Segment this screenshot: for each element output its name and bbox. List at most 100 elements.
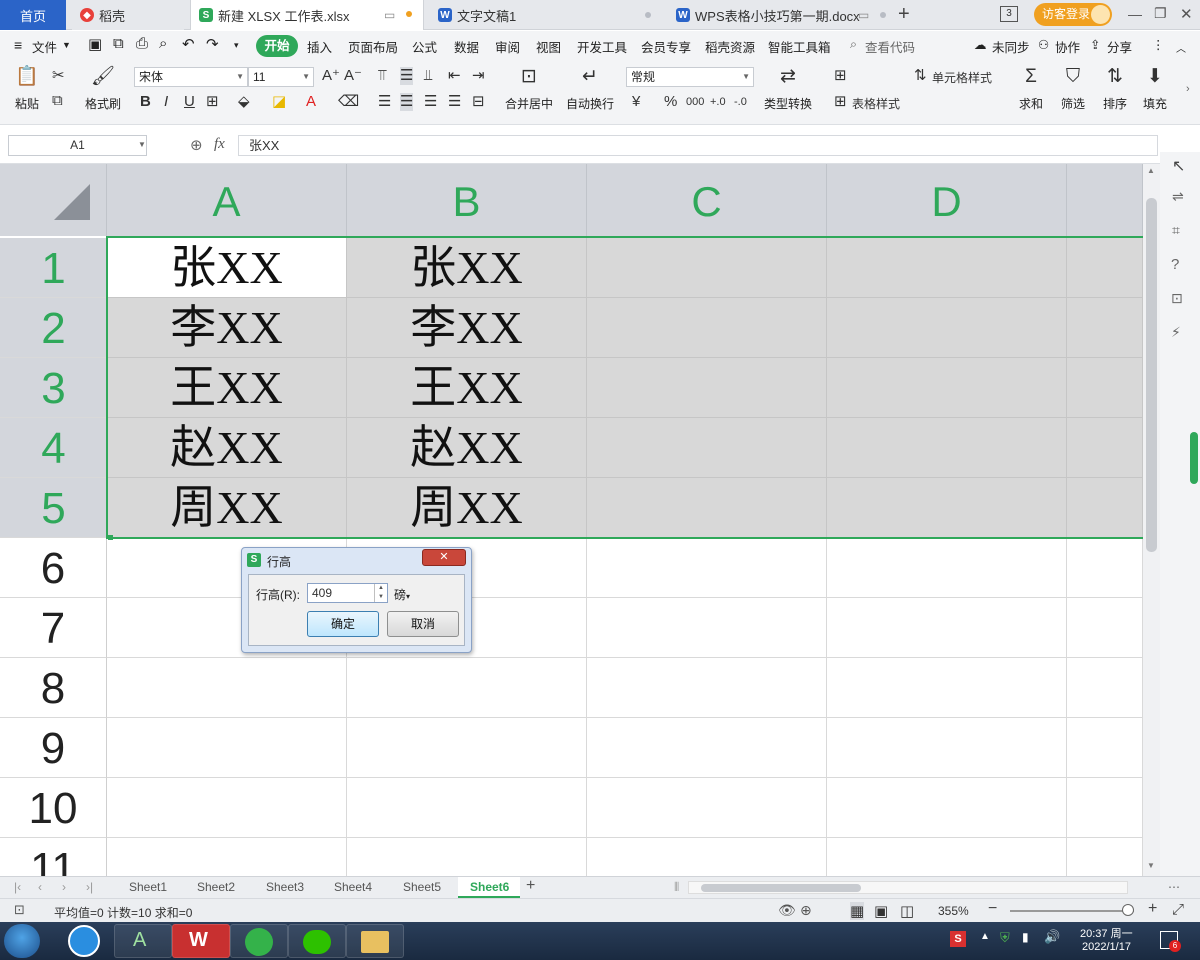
- cell-b11[interactable]: [347, 838, 587, 876]
- cell-a4[interactable]: 赵XX: [107, 418, 347, 478]
- menu-file[interactable]: 文件: [32, 37, 57, 56]
- sum-button[interactable]: Σ 求和: [1016, 65, 1046, 112]
- chevron-down-icon[interactable]: ▼: [62, 40, 71, 50]
- cell-a8[interactable]: [107, 658, 347, 718]
- row-header-6[interactable]: 6: [0, 538, 107, 598]
- cell-e9[interactable]: [1067, 718, 1143, 778]
- collapse-ribbon-icon[interactable]: ︿: [1176, 40, 1186, 55]
- save-icon[interactable]: ▣: [88, 35, 102, 53]
- cell-d10[interactable]: [827, 778, 1067, 838]
- print-icon[interactable]: ⎙: [136, 35, 148, 52]
- tray-expand-icon[interactable]: ▲: [980, 931, 990, 942]
- cell-e5[interactable]: [1067, 478, 1143, 538]
- row-header-8[interactable]: 8: [0, 658, 107, 718]
- increase-font-icon[interactable]: A⁺: [322, 67, 340, 85]
- justify-icon[interactable]: ☰: [448, 93, 461, 111]
- menu-page-layout[interactable]: 页面布局: [348, 37, 398, 56]
- network-icon[interactable]: ▮: [1022, 930, 1029, 944]
- window-count-badge[interactable]: 3: [1000, 6, 1018, 22]
- cell-e7[interactable]: [1067, 598, 1143, 658]
- restore-icon[interactable]: ❐: [1154, 5, 1167, 22]
- eye-protection-icon[interactable]: 👁: [778, 902, 796, 919]
- zoom-formula-icon[interactable]: ⊕: [190, 136, 203, 154]
- cell-c6[interactable]: [587, 538, 827, 598]
- row-header-7[interactable]: 7: [0, 598, 107, 658]
- cell-e11[interactable]: [1067, 838, 1143, 876]
- fill-color-icon[interactable]: ◪: [272, 93, 286, 111]
- cell-d11[interactable]: [827, 838, 1067, 876]
- column-header-e[interactable]: [1067, 164, 1143, 236]
- quick-access-dropdown-icon[interactable]: ▾: [234, 40, 239, 51]
- layout-icon[interactable]: ⊕: [800, 902, 812, 919]
- redo-icon[interactable]: ↷: [206, 35, 219, 53]
- bracket-icon[interactable]: ⌗: [1172, 222, 1180, 239]
- paste-button[interactable]: 📋 粘贴: [10, 65, 44, 112]
- tab-home[interactable]: 首页: [0, 0, 66, 30]
- italic-icon[interactable]: I: [164, 93, 168, 111]
- cell-d6[interactable]: [827, 538, 1067, 598]
- thousands-icon[interactable]: 000: [686, 93, 704, 111]
- number-format-select[interactable]: 常规 ▼: [626, 67, 754, 87]
- sheet-tab-1[interactable]: Sheet1: [129, 880, 167, 894]
- cell-a11[interactable]: [107, 838, 347, 876]
- fill-handle[interactable]: [108, 535, 113, 540]
- cell-a2[interactable]: 李XX: [107, 298, 347, 358]
- name-box-dropdown-icon[interactable]: ▼: [138, 140, 146, 149]
- prev-sheet-icon[interactable]: ‹: [38, 880, 42, 894]
- start-button[interactable]: [4, 924, 40, 958]
- align-right-icon[interactable]: ☰: [424, 93, 437, 111]
- row-header-11[interactable]: 11: [0, 838, 107, 876]
- sort-button[interactable]: ⇅ 排序: [1100, 65, 1130, 112]
- cell-c5[interactable]: [587, 478, 827, 538]
- ribbon-scroll-right-icon[interactable]: ›: [1186, 83, 1190, 95]
- select-all-corner[interactable]: [0, 164, 107, 236]
- align-left-icon[interactable]: ☰: [378, 93, 391, 111]
- cell-a3[interactable]: 王XX: [107, 358, 347, 418]
- taskbar-wechat[interactable]: [288, 924, 346, 958]
- cell-b2[interactable]: 李XX: [347, 298, 587, 358]
- cell-b1[interactable]: 张XX: [347, 238, 587, 298]
- unit-select[interactable]: 磅▾: [394, 586, 410, 603]
- more-sheets-icon[interactable]: ⋯: [1168, 880, 1180, 894]
- decrease-decimal-icon[interactable]: -.0: [734, 93, 747, 111]
- taskbar-time[interactable]: 20:37 周一: [1080, 925, 1133, 941]
- menu-data[interactable]: 数据: [454, 37, 479, 56]
- share-button[interactable]: 分享: [1107, 37, 1132, 56]
- fx-icon[interactable]: fx: [214, 136, 225, 153]
- menu-view[interactable]: 视图: [536, 37, 561, 56]
- taskbar-app-ruler[interactable]: A: [114, 924, 172, 958]
- copy-icon[interactable]: ⧉: [52, 92, 63, 110]
- float-window-icon[interactable]: ▭: [384, 8, 395, 22]
- sidebar-scroll-indicator[interactable]: [1190, 432, 1198, 484]
- increase-decimal-icon[interactable]: +.0: [710, 93, 726, 111]
- fill-effect-icon[interactable]: ⬙: [238, 93, 250, 111]
- ok-button[interactable]: 确定: [307, 611, 379, 637]
- cell-a9[interactable]: [107, 718, 347, 778]
- sheet-tab-6[interactable]: Sheet6: [458, 877, 520, 898]
- distributed-icon[interactable]: ⊟: [472, 93, 485, 111]
- cell-e4[interactable]: [1067, 418, 1143, 478]
- cell-a1[interactable]: 张XX: [107, 238, 347, 298]
- cell-c8[interactable]: [587, 658, 827, 718]
- help-icon[interactable]: ?: [1171, 256, 1179, 273]
- zoom-in-button[interactable]: +: [1148, 900, 1157, 918]
- cell-d8[interactable]: [827, 658, 1067, 718]
- page-layout-view-icon[interactable]: ▣: [874, 902, 888, 920]
- row-header-10[interactable]: 10: [0, 778, 107, 838]
- horizontal-scroll-thumb[interactable]: [701, 884, 861, 892]
- input-method-icon[interactable]: S: [950, 931, 966, 947]
- clear-format-icon[interactable]: ⌫: [338, 93, 359, 111]
- cell-e10[interactable]: [1067, 778, 1143, 838]
- font-color-icon[interactable]: A: [306, 93, 316, 111]
- record-icon[interactable]: ⊡: [1171, 290, 1183, 307]
- sheet-tab-4[interactable]: Sheet4: [334, 880, 372, 894]
- horizontal-scrollbar[interactable]: [688, 881, 1128, 894]
- cell-b10[interactable]: [347, 778, 587, 838]
- vertical-scroll-thumb[interactable]: [1146, 198, 1157, 552]
- collab-button[interactable]: 协作: [1055, 37, 1080, 56]
- menu-insert[interactable]: 插入: [307, 37, 332, 56]
- cell-c1[interactable]: [587, 238, 827, 298]
- cell-d7[interactable]: [827, 598, 1067, 658]
- row-header-5[interactable]: 5: [0, 478, 107, 538]
- menu-formula[interactable]: 公式: [412, 37, 437, 56]
